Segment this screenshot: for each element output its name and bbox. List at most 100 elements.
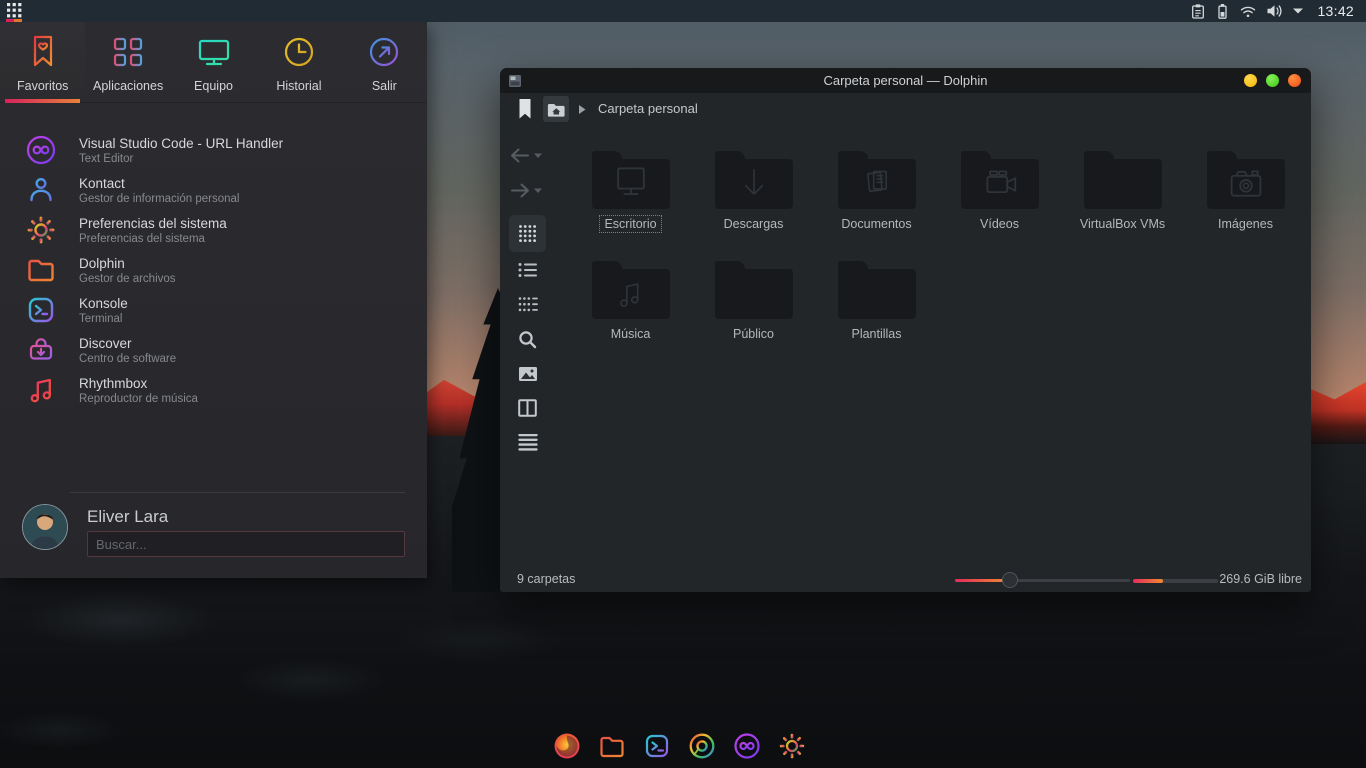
list-view-icon[interactable] bbox=[518, 262, 538, 278]
titlebar[interactable]: Carpeta personal — Dolphin bbox=[500, 68, 1311, 93]
app-subtitle: Preferencias del sistema bbox=[79, 233, 227, 245]
chevron-down-icon bbox=[534, 188, 542, 194]
app-item-konsole[interactable]: Konsole Terminal bbox=[0, 290, 427, 330]
split-view-icon[interactable] bbox=[518, 399, 537, 417]
vscode-icon bbox=[732, 731, 762, 761]
folder-escritorio[interactable]: Escritorio bbox=[569, 151, 692, 261]
folder-icon bbox=[715, 159, 793, 209]
folder-icon bbox=[838, 269, 916, 319]
tab-label: Aplicaciones bbox=[93, 79, 163, 93]
tab-equipo[interactable]: Equipo bbox=[171, 22, 256, 102]
window-app-icon bbox=[508, 74, 522, 88]
back-icon bbox=[510, 148, 530, 163]
folder-descargas[interactable]: Descargas bbox=[692, 151, 815, 261]
document-glyph-icon bbox=[857, 165, 897, 203]
app-subtitle: Gestor de información personal bbox=[79, 193, 239, 205]
tab-salir[interactable]: Salir bbox=[342, 22, 427, 102]
search-icon[interactable] bbox=[518, 330, 537, 349]
breadcrumb[interactable]: Carpeta personal bbox=[598, 101, 698, 116]
disk-usage-fill bbox=[1133, 579, 1163, 583]
dock-item-chrome[interactable] bbox=[687, 731, 717, 761]
app-item-rhythmbox[interactable]: Rhythmbox Reproductor de música bbox=[0, 370, 427, 410]
zoom-slider[interactable] bbox=[955, 579, 1130, 582]
close-button[interactable] bbox=[1288, 74, 1301, 87]
top-panel: 13:42 bbox=[0, 0, 1366, 22]
folder-label: Documentos bbox=[837, 216, 915, 232]
bookmark-icon[interactable] bbox=[518, 98, 532, 120]
app-subtitle: Centro de software bbox=[79, 353, 176, 365]
tab-historial[interactable]: Historial bbox=[256, 22, 341, 102]
preview-icon[interactable] bbox=[518, 366, 538, 382]
favorites-bookmark-icon bbox=[23, 32, 63, 72]
home-button[interactable] bbox=[543, 96, 569, 122]
folder-icon bbox=[592, 159, 670, 209]
status-bar: 9 carpetas 269.6 GiB libre bbox=[500, 568, 1311, 592]
breadcrumb-chevron-icon bbox=[579, 105, 586, 114]
avatar[interactable] bbox=[22, 504, 68, 550]
minimize-button[interactable] bbox=[1244, 74, 1257, 87]
folder-icon bbox=[715, 269, 793, 319]
folder-view: Escritorio Descargas bbox=[555, 125, 1311, 568]
app-item-vscode[interactable]: Visual Studio Code - URL Handler Text Ed… bbox=[0, 130, 427, 170]
folder-icon bbox=[592, 269, 670, 319]
toolbar: Carpeta personal bbox=[500, 93, 1311, 125]
dock-item-files[interactable] bbox=[597, 731, 627, 761]
menu-icon[interactable] bbox=[518, 434, 538, 451]
tab-label: Favoritos bbox=[17, 79, 68, 93]
app-item-system-settings[interactable]: Preferencias del sistema Preferencias de… bbox=[0, 210, 427, 250]
tab-favoritos[interactable]: Favoritos bbox=[0, 22, 85, 102]
app-launcher-button[interactable] bbox=[3, 0, 29, 22]
leave-arrow-icon bbox=[364, 32, 404, 72]
home-folder-icon bbox=[546, 101, 566, 118]
folder-publico[interactable]: Público bbox=[692, 261, 815, 371]
search-input[interactable] bbox=[87, 531, 405, 557]
dolphin-window: Carpeta personal — Dolphin Carpeta perso… bbox=[500, 68, 1311, 592]
forward-button[interactable] bbox=[510, 183, 542, 198]
app-title: Preferencias del sistema bbox=[79, 216, 227, 231]
volume-icon[interactable] bbox=[1266, 3, 1283, 19]
chevron-down-icon[interactable] bbox=[1292, 7, 1304, 16]
clock[interactable]: 13:42 bbox=[1317, 3, 1354, 19]
app-item-kontact[interactable]: Kontact Gestor de información personal bbox=[0, 170, 427, 210]
folder-videos[interactable]: Vídeos bbox=[938, 151, 1061, 261]
app-title: Rhythmbox bbox=[79, 376, 198, 391]
gear-icon bbox=[777, 731, 807, 761]
favorites-list: Visual Studio Code - URL Handler Text Ed… bbox=[0, 103, 427, 410]
video-camera-glyph-icon bbox=[978, 166, 1022, 202]
software-bag-icon bbox=[24, 333, 58, 367]
icons-view-button[interactable] bbox=[509, 215, 546, 252]
app-subtitle: Reproductor de música bbox=[79, 393, 198, 405]
folder-documentos[interactable]: Documentos bbox=[815, 151, 938, 261]
maximize-button[interactable] bbox=[1266, 74, 1279, 87]
folder-imagenes[interactable]: Imágenes bbox=[1184, 151, 1307, 261]
folder-label: Descargas bbox=[720, 216, 788, 232]
back-button[interactable] bbox=[510, 148, 542, 163]
tab-label: Salir bbox=[372, 79, 397, 93]
compact-view-icon[interactable] bbox=[518, 296, 538, 313]
folder-label: Escritorio bbox=[600, 216, 660, 232]
dock-item-settings[interactable] bbox=[777, 731, 807, 761]
dock-item-konsole[interactable] bbox=[642, 731, 672, 761]
app-grid-icon bbox=[7, 3, 22, 18]
tab-aplicaciones[interactable]: Aplicaciones bbox=[85, 22, 170, 102]
tab-label: Equipo bbox=[194, 79, 233, 93]
app-title: Kontact bbox=[79, 176, 239, 191]
wifi-icon[interactable] bbox=[1239, 3, 1257, 19]
folder-label: Plantillas bbox=[847, 326, 905, 342]
dock-item-vscode[interactable] bbox=[732, 731, 762, 761]
folder-virtualbox-vms[interactable]: VirtualBox VMs bbox=[1061, 151, 1184, 261]
app-item-discover[interactable]: Discover Centro de software bbox=[0, 330, 427, 370]
terminal-icon bbox=[642, 731, 672, 761]
chrome-icon bbox=[687, 731, 717, 761]
gear-icon bbox=[24, 213, 58, 247]
dock-item-firefox[interactable] bbox=[552, 731, 582, 761]
zoom-slider-handle[interactable] bbox=[1002, 572, 1018, 588]
folder-label: Público bbox=[729, 326, 778, 342]
vscode-icon bbox=[24, 133, 58, 167]
app-item-dolphin[interactable]: Dolphin Gestor de archivos bbox=[0, 250, 427, 290]
chevron-down-icon bbox=[534, 153, 542, 159]
folder-plantillas[interactable]: Plantillas bbox=[815, 261, 938, 371]
battery-icon[interactable] bbox=[1215, 3, 1230, 20]
folder-musica[interactable]: Música bbox=[569, 261, 692, 371]
clipboard-icon[interactable] bbox=[1190, 3, 1206, 20]
